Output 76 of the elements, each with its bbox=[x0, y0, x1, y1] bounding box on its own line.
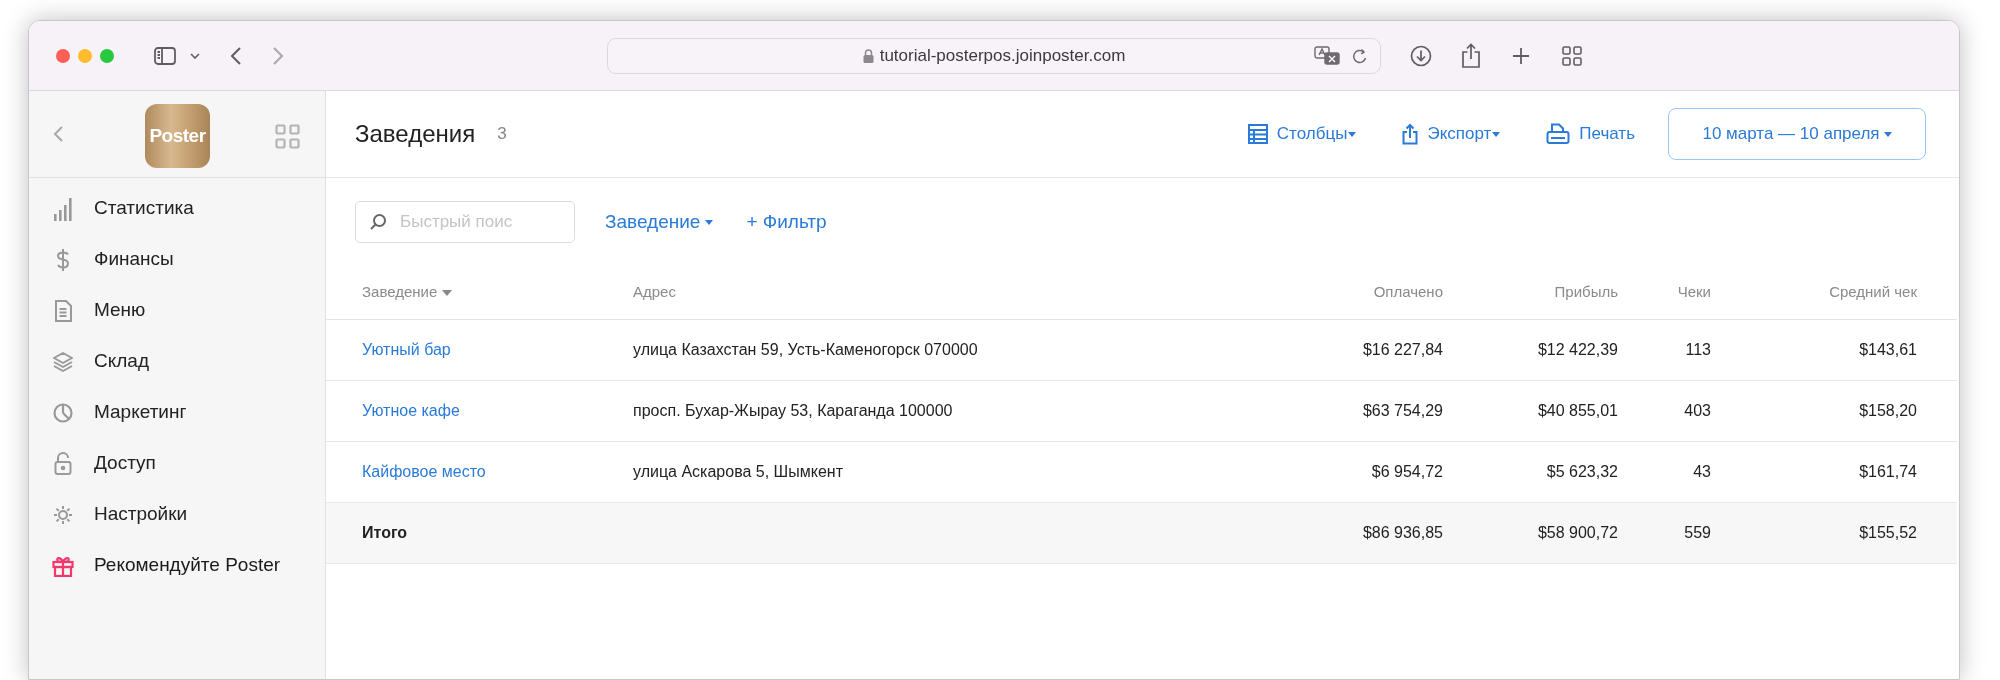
table-cell-text: 43 bbox=[1693, 462, 1711, 482]
table-cell-text: 403 bbox=[1684, 401, 1711, 421]
url-text: tutorial-posterpos.joinposter.com bbox=[879, 45, 1126, 68]
table-cell-text: улица Казахстан 59, Усть-Каменогорск 070000 bbox=[633, 340, 978, 360]
search-field[interactable]: Быстрый поис bbox=[355, 201, 575, 243]
table-cell-text: $158,20 bbox=[1859, 401, 1917, 421]
table-cell-text: $40 855,01 bbox=[1537, 401, 1618, 421]
upload-icon bbox=[1402, 123, 1419, 145]
column-header[interactable]: Чеки bbox=[1677, 281, 1711, 304]
sidebar-item[interactable]: Доступ bbox=[29, 438, 325, 489]
column-header[interactable]: Средний чек bbox=[1829, 281, 1917, 304]
search-icon bbox=[369, 213, 387, 231]
table-cell-text: $16 227,84 bbox=[1362, 340, 1443, 360]
gift-icon bbox=[52, 554, 74, 577]
venue-link[interactable]: Уютный бар bbox=[362, 338, 451, 362]
bar-chart-icon bbox=[53, 196, 73, 221]
share-icon[interactable] bbox=[1461, 42, 1481, 69]
table-cell-text: $63 754,29 bbox=[1362, 401, 1443, 421]
sidebar-toggle-icon[interactable] bbox=[154, 46, 176, 65]
date-range-button[interactable]: 10 марта — 10 апреля bbox=[1668, 108, 1926, 160]
page-title: Заведения bbox=[355, 119, 476, 149]
total-cell-text: $155,52 bbox=[1859, 523, 1917, 543]
table-cell-text: просп. Бухар-Жырау 53, Караганда 100000 bbox=[633, 401, 953, 421]
venue-link[interactable]: Уютное кафе bbox=[362, 399, 460, 423]
sidebar-item[interactable]: Склад bbox=[29, 336, 325, 387]
document-icon bbox=[54, 299, 72, 322]
dollar-icon bbox=[56, 247, 70, 272]
settings-icon bbox=[53, 504, 73, 525]
caret-icon bbox=[1348, 131, 1357, 137]
download-icon[interactable] bbox=[1410, 44, 1432, 67]
layers-icon bbox=[53, 351, 73, 372]
column-header[interactable]: Адрес bbox=[633, 281, 676, 304]
total-cell-text: Итого bbox=[362, 523, 408, 543]
table-icon bbox=[1247, 124, 1268, 144]
lock-icon bbox=[862, 49, 874, 63]
toolbar-button[interactable]: Столбцы bbox=[1247, 121, 1357, 147]
tabs-overview-icon[interactable] bbox=[1562, 45, 1582, 66]
column-header[interactable]: Оплачено bbox=[1373, 281, 1443, 304]
sidebar-item[interactable]: Настройки bbox=[29, 489, 325, 540]
caret-icon bbox=[1883, 131, 1892, 137]
caret-icon bbox=[705, 219, 714, 225]
plus-icon[interactable] bbox=[1512, 46, 1530, 65]
chevron-down-icon[interactable] bbox=[190, 52, 200, 59]
sidebar-item[interactable]: Рекомендуйте Poster bbox=[29, 540, 325, 591]
reload-icon[interactable] bbox=[1352, 47, 1368, 65]
column-header[interactable]: Заведение bbox=[362, 281, 453, 304]
printer-icon bbox=[1546, 123, 1571, 145]
address-bar[interactable]: tutorial-posterpos.joinposter.com bbox=[607, 38, 1381, 74]
table-cell-text: $161,74 bbox=[1859, 462, 1917, 482]
table-cell-text: 113 bbox=[1685, 340, 1711, 360]
total-cell-text: 559 bbox=[1684, 523, 1711, 543]
table-cell-text: $143,61 bbox=[1859, 340, 1917, 360]
venue-link[interactable]: Кайфовое место bbox=[362, 460, 486, 484]
sidebar-item[interactable]: Статистика bbox=[29, 183, 325, 234]
item-count: 3 bbox=[497, 123, 507, 146]
toolbar-button[interactable]: Печать bbox=[1546, 121, 1635, 147]
caret-icon bbox=[1492, 131, 1501, 137]
back-icon[interactable] bbox=[230, 45, 242, 66]
venue-filter-dropdown[interactable]: Заведение bbox=[605, 207, 714, 237]
table-cell-text: $12 422,39 bbox=[1537, 340, 1618, 360]
table-cell-text: улица Аскарова 5, Шымкент bbox=[633, 462, 843, 482]
total-cell-text: $58 900,72 bbox=[1537, 523, 1618, 543]
add-filter-link[interactable]: + Фильтр bbox=[746, 207, 827, 237]
sidebar-item[interactable]: Финансы bbox=[29, 234, 325, 285]
table-cell-text: $5 623,32 bbox=[1546, 462, 1618, 482]
sidebar-item[interactable]: Меню bbox=[29, 285, 325, 336]
app-logo[interactable]: Poster bbox=[145, 104, 210, 168]
table-cell-text: $6 954,72 bbox=[1371, 462, 1443, 482]
close-button[interactable] bbox=[56, 48, 70, 63]
toolbar-button[interactable]: Экспорт bbox=[1402, 121, 1501, 147]
total-cell-text: $86 936,85 bbox=[1362, 523, 1443, 543]
translate-icon[interactable] bbox=[1314, 46, 1340, 66]
pie-chart-icon bbox=[53, 402, 73, 423]
sidebar-item[interactable]: Маркетинг bbox=[29, 387, 325, 438]
unlocked-padlock-icon bbox=[54, 451, 72, 476]
column-header[interactable]: Прибыль bbox=[1554, 281, 1618, 304]
